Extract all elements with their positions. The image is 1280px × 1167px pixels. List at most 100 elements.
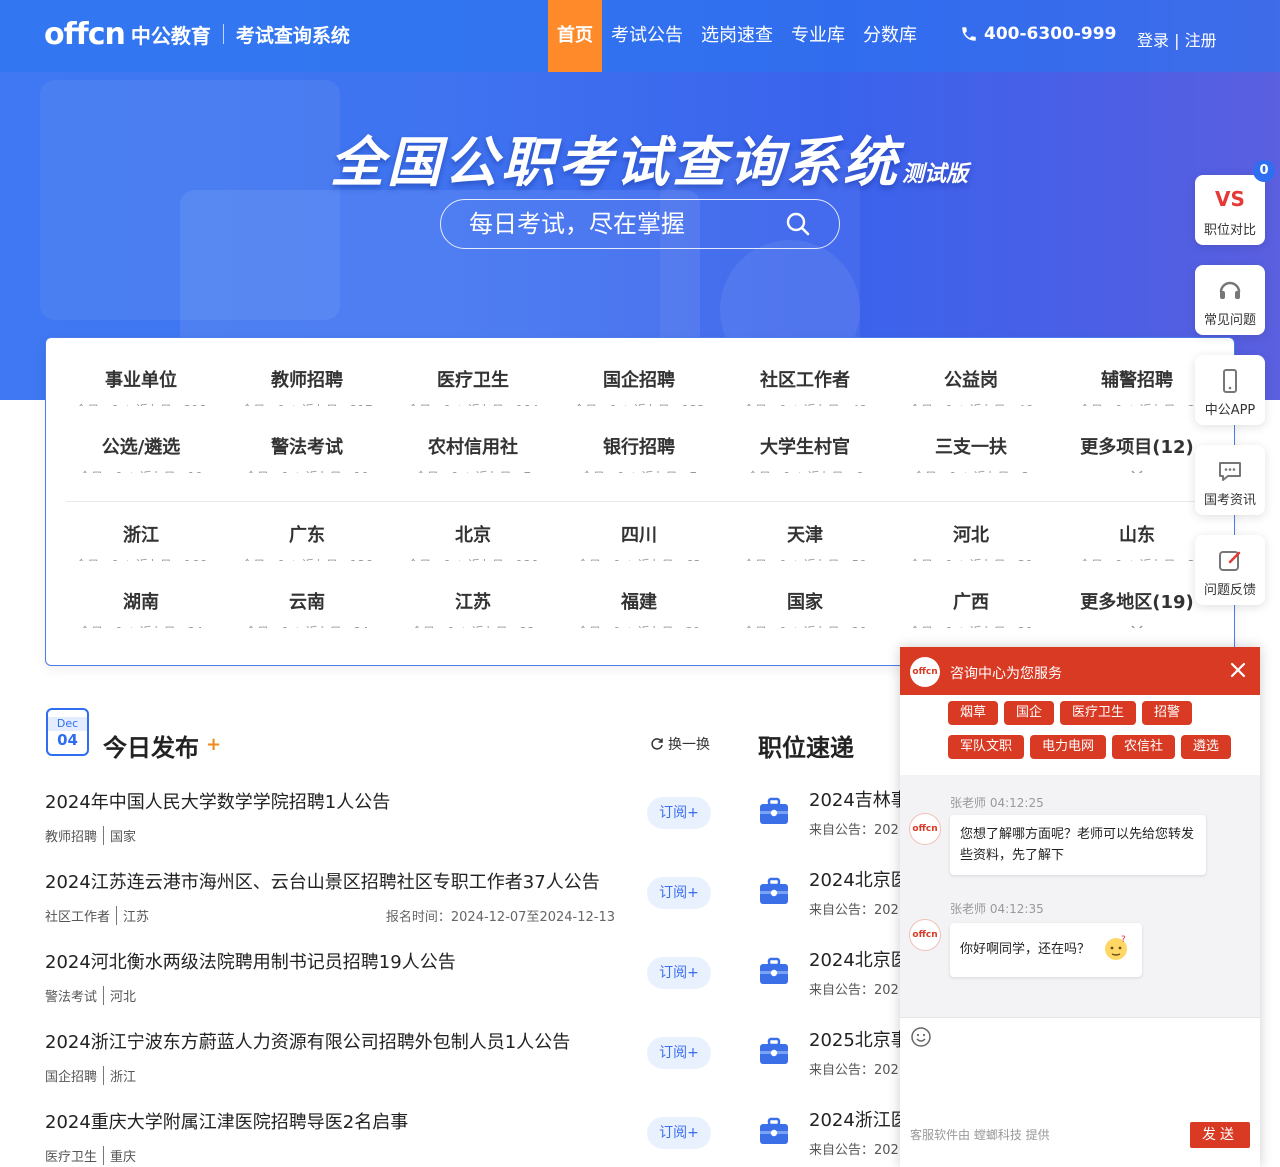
category-cell[interactable]: 广东今日：0近七日：136 <box>224 494 390 561</box>
category-cell[interactable]: 警法考试今日：0 近七日：10 <box>224 406 390 473</box>
category-cell[interactable]: 广西今日：0 近七日：20 <box>888 561 1054 628</box>
category-cell[interactable]: 教师招聘今日：0近七日：217 <box>224 339 390 406</box>
week-count: 近七日：3 <box>974 470 1030 473</box>
category-cell[interactable]: 北京今日：0近七日：120 <box>390 494 556 561</box>
category-cell[interactable]: 天津今日：0近七日：59 <box>722 494 888 561</box>
job-item[interactable]: 2024北京医 来自公告：202 <box>758 946 903 1006</box>
chat-topic-tag[interactable]: 招警 <box>1142 701 1193 725</box>
news-item: 2024年中国人民大学数学学院招聘1人公告教师招聘 国家 <box>45 788 615 845</box>
news-title-link[interactable]: 2024年中国人民大学数学学院招聘1人公告 <box>45 788 615 814</box>
news-item: 2024浙江宁波东方蔚蓝人力资源有限公司招聘外包制人员1人公告 国企招聘 浙江 <box>45 1028 615 1085</box>
cell-name: 湖南 <box>123 592 159 613</box>
cell-name: 四川 <box>621 525 657 546</box>
category-cell[interactable]: 江苏今日：0 近七日：22 <box>390 561 556 628</box>
category-cell[interactable]: 国企招聘今日：0近七日：133 <box>556 339 722 406</box>
nav-item-job-search[interactable]: 选岗速查 <box>692 0 782 72</box>
sidebar-faq[interactable]: 常见问题 <box>1195 265 1265 335</box>
sidebar-label: 职位对比 <box>1203 223 1256 238</box>
chat-message: 你好啊同学，还在吗？ ? <box>950 923 1142 977</box>
category-cell[interactable]: 事业单位今日：0近七日：218 <box>58 339 224 406</box>
category-cell[interactable]: 公选/遴选今日：0 近七日：19 <box>58 406 224 473</box>
news-item: 2024重庆大学附属江津医院招聘导医2名启事 医疗卫生 重庆 <box>45 1108 615 1165</box>
compare-count-badge: 0 <box>1253 160 1275 182</box>
news-title-link[interactable]: 2024河北衡水两级法院聘用制书记员招聘19人公告 <box>45 948 615 974</box>
refresh-icon <box>651 738 663 750</box>
job-source: 来自公告：202 <box>809 1063 899 1078</box>
category-cell[interactable]: 银行招聘今日：0 近七日：7 <box>556 406 722 473</box>
cell-name: 广西 <box>953 592 989 613</box>
nav-item-majors[interactable]: 专业库 <box>782 0 854 72</box>
mobile-phone-icon <box>1223 369 1237 393</box>
stat-separator <box>632 471 634 473</box>
today-count: 今日：0 <box>913 470 957 473</box>
chat-topic-tag[interactable]: 烟草 <box>948 701 999 725</box>
chat-topic-tag[interactable]: 国企 <box>1004 701 1055 725</box>
chat-topic-tag[interactable]: 农信社 <box>1112 735 1176 759</box>
chat-topic-tag[interactable]: 医疗卫生 <box>1060 701 1137 725</box>
refresh-button[interactable]: 换一换 <box>650 734 710 754</box>
hotline[interactable]: 400-6300-999 <box>960 24 1116 44</box>
category-cell[interactable]: 大学生村官今日：0 近七日：6 <box>722 406 888 473</box>
news-title-link[interactable]: 2024重庆大学附属江津医院招聘导医2名启事 <box>45 1108 615 1134</box>
chat-topic-tag[interactable]: 军队文职 <box>948 735 1025 759</box>
today-count: 今日：0 <box>411 625 455 628</box>
category-cell[interactable]: 福建今日：0 近七日：21 <box>556 561 722 628</box>
login-register-link[interactable]: 登录 | 注册 <box>1137 27 1217 51</box>
subscribe-button[interactable]: 订阅+ <box>647 797 711 829</box>
close-icon[interactable] <box>1228 660 1248 680</box>
emoji-icon[interactable] <box>910 1026 932 1048</box>
sidebar-feedback[interactable]: 问题反馈 <box>1195 535 1265 605</box>
job-title: 2025北京事 <box>809 1030 903 1051</box>
subscribe-button[interactable]: 订阅+ <box>647 1037 711 1069</box>
job-item[interactable]: 2024吉林事 来自公告：202 <box>758 786 903 846</box>
subscribe-button[interactable]: 订阅+ <box>647 957 711 989</box>
sidebar-app[interactable]: 中公APP <box>1195 355 1265 425</box>
search-input[interactable] <box>469 206 769 242</box>
news-meta: 教师招聘 国家 <box>45 826 615 845</box>
category-cell[interactable]: 农村信用社今日：0 近七日：7 <box>390 406 556 473</box>
chat-window: offcn 咨询中心为您服务 烟草 国企 医疗卫生 招警 军队文职 电力电网 农信社 遴选 张… <box>900 647 1260 1167</box>
category-cell[interactable]: 公益岗今日：0近七日：46 <box>888 339 1054 406</box>
nav-item-scores[interactable]: 分数库 <box>854 0 926 72</box>
nav-item-home[interactable]: 首页 <box>548 0 602 72</box>
subscribe-button[interactable]: 订阅+ <box>647 877 711 909</box>
search-icon[interactable] <box>785 211 811 237</box>
today-count: 今日：0 <box>577 625 621 628</box>
category-cell[interactable]: 河北今日：0近七日：39 <box>888 494 1054 561</box>
cell-name: 大学生村官 <box>760 437 850 458</box>
category-cell[interactable]: 云南今日：0 近七日：24 <box>224 561 390 628</box>
cell-stats: 今日：0 近七日：6 <box>722 468 888 473</box>
refresh-label: 换一换 <box>668 737 710 753</box>
nav-item-announcements[interactable]: 考试公告 <box>602 0 692 72</box>
edit-icon <box>1219 551 1241 571</box>
sidebar-compare[interactable]: VS 职位对比 <box>1195 175 1265 245</box>
sidebar-label: 常见问题 <box>1203 313 1256 328</box>
job-item[interactable]: 2024浙江医 来自公告：202 <box>758 1106 903 1166</box>
news-region: 河北 <box>103 986 136 1005</box>
job-item[interactable]: 2025北京事来自公告：202 <box>758 1026 903 1086</box>
category-cell[interactable]: 浙江今日：0近七日：166 <box>58 494 224 561</box>
jobs-section-title: 职位速递 <box>758 734 854 762</box>
chevron-down-icon <box>1131 625 1143 628</box>
category-cell[interactable]: 社区工作者今日：0近七日：48 <box>722 339 888 406</box>
sidebar-news[interactable]: 国考资讯 <box>1195 445 1265 515</box>
category-cell[interactable]: 湖南今日：0 近七日：24 <box>58 561 224 628</box>
chat-topic-tag[interactable]: 电力电网 <box>1030 735 1107 759</box>
news-title-link[interactable]: 2024江苏连云港市海州区、云台山景区招聘社区专职工作者37人公告 <box>45 868 615 894</box>
logo[interactable]: offcn 中公教育 考试查询系统 <box>44 12 350 56</box>
chat-topic-tag[interactable]: 遴选 <box>1181 735 1232 759</box>
category-cell[interactable]: 四川今日：0近七日：63 <box>556 494 722 561</box>
job-item[interactable]: 2024北京医 来自公告：202 <box>758 866 903 926</box>
cell-name: 社区工作者 <box>760 370 850 391</box>
calendar-day: 04 <box>57 731 78 749</box>
cell-stats: 今日：0 近七日：24 <box>224 623 390 628</box>
subscribe-button[interactable]: 订阅+ <box>647 1117 711 1149</box>
category-cell[interactable]: 医疗卫生今日：0近七日：184 <box>390 339 556 406</box>
send-button[interactable]: 发送 <box>1190 1122 1250 1148</box>
news-title-link[interactable]: 2024浙江宁波东方蔚蓝人力资源有限公司招聘外包制人员1人公告 <box>45 1028 615 1054</box>
cell-name: 北京 <box>455 525 491 546</box>
beta-label: 测试版 <box>902 162 969 187</box>
chat-input-area[interactable]: 客服软件由 螳螂科技 提供 发送 <box>900 1017 1260 1167</box>
category-cell[interactable]: 三支一扶今日：0 近七日：3 <box>888 406 1054 473</box>
category-cell[interactable]: 国家今日：0 近七日：20 <box>722 561 888 628</box>
